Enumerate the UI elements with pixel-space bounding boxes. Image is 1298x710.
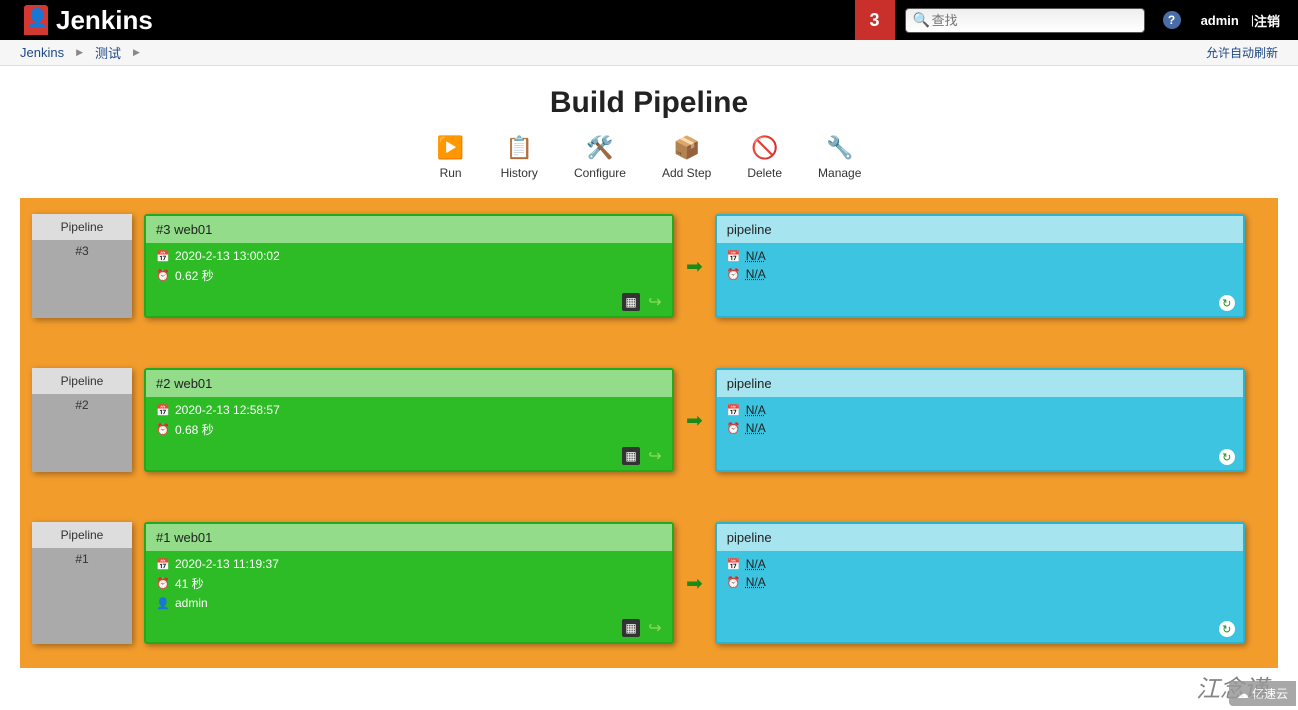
breadcrumb: Jenkins ▶ 测试 ▶ 允许自动刷新: [0, 40, 1298, 66]
pipeline-number: #1: [32, 548, 132, 570]
manage-button[interactable]: 🔧Manage: [818, 134, 861, 180]
page-title: Build Pipeline: [0, 86, 1298, 120]
downstream-duration: ⏰N/A: [727, 575, 1233, 589]
breadcrumb-item[interactable]: 测试: [95, 43, 121, 62]
downstream-duration: ⏰N/A: [727, 421, 1233, 435]
downstream-card[interactable]: pipeline 📅N/A ⏰N/A ↻: [715, 522, 1245, 644]
help-icon[interactable]: ?: [1163, 11, 1181, 29]
pipeline-label: Pipeline #2: [32, 368, 132, 472]
logout-link[interactable]: 注销: [1254, 11, 1280, 30]
build-card[interactable]: #2 web01 📅2020-2-13 12:58:57 ⏰0.68 秒 ▦ ↪: [144, 368, 674, 472]
cloud-logo: ☁ 亿速云: [1229, 681, 1296, 706]
configure-button[interactable]: 🛠️Configure: [574, 134, 626, 180]
add-step-icon: 📦: [673, 134, 701, 162]
downstream-title: pipeline: [717, 524, 1243, 551]
rerun-icon[interactable]: ↪: [646, 619, 664, 637]
search-wrap: 🔍: [905, 8, 1145, 33]
pipeline-row: Pipeline #2 #2 web01 📅2020-2-13 12:58:57…: [32, 368, 1266, 472]
delete-button[interactable]: 🚫Delete: [747, 134, 782, 180]
chevron-right-icon: ▶: [133, 47, 140, 58]
notification-badge[interactable]: 3: [855, 0, 895, 40]
run-button[interactable]: ▶️Run: [437, 134, 465, 180]
pipeline-label-head: Pipeline: [32, 522, 132, 548]
build-date: 📅2020-2-13 13:00:02: [156, 249, 662, 263]
calendar-icon: 📅: [727, 557, 741, 571]
downstream-title: pipeline: [717, 370, 1243, 397]
arrow-right-icon: ➡: [686, 254, 703, 279]
run-icon: ▶️: [437, 134, 465, 162]
calendar-icon: 📅: [156, 249, 170, 263]
pipeline-row: Pipeline #3 #3 web01 📅2020-2-13 13:00:02…: [32, 214, 1266, 318]
configure-icon: 🛠️: [586, 134, 614, 162]
add-step-button[interactable]: 📦Add Step: [662, 134, 711, 180]
search-icon: 🔍: [913, 12, 930, 29]
pipeline-number: #3: [32, 240, 132, 262]
build-duration: ⏰41 秒: [156, 575, 662, 592]
logo-text: Jenkins: [56, 5, 153, 36]
build-date: 📅2020-2-13 11:19:37: [156, 557, 662, 571]
jenkins-icon: [24, 5, 48, 35]
build-title: #1 web01: [146, 524, 672, 551]
refresh-icon[interactable]: ↻: [1219, 295, 1235, 311]
build-date: 📅2020-2-13 12:58:57: [156, 403, 662, 417]
console-icon[interactable]: ▦: [622, 619, 640, 637]
console-icon[interactable]: ▦: [622, 447, 640, 465]
search-input[interactable]: [905, 8, 1145, 33]
user-link[interactable]: admin: [1201, 13, 1239, 28]
arrow-right-icon: ➡: [686, 571, 703, 596]
build-user: 👤admin: [156, 596, 662, 610]
clock-icon: ⏰: [156, 269, 170, 283]
downstream-title: pipeline: [717, 216, 1243, 243]
clock-icon: ⏰: [156, 577, 170, 591]
build-duration: ⏰0.62 秒: [156, 267, 662, 284]
build-duration: ⏰0.68 秒: [156, 421, 662, 438]
jenkins-logo[interactable]: Jenkins: [24, 5, 153, 36]
pipeline-label: Pipeline #3: [32, 214, 132, 318]
chevron-right-icon: ▶: [76, 47, 83, 58]
calendar-icon: 📅: [727, 249, 741, 263]
clock-icon: ⏰: [156, 423, 170, 437]
manage-icon: 🔧: [826, 134, 854, 162]
refresh-icon[interactable]: ↻: [1219, 449, 1235, 465]
build-card[interactable]: #1 web01 📅2020-2-13 11:19:37 ⏰41 秒 👤admi…: [144, 522, 674, 644]
pipeline-area: Pipeline #3 #3 web01 📅2020-2-13 13:00:02…: [20, 198, 1278, 668]
build-title: #2 web01: [146, 370, 672, 397]
downstream-duration: ⏰N/A: [727, 267, 1233, 281]
refresh-icon[interactable]: ↻: [1219, 621, 1235, 637]
pipeline-number: #2: [32, 394, 132, 416]
downstream-date: 📅N/A: [727, 557, 1233, 571]
build-title: #3 web01: [146, 216, 672, 243]
clock-icon: ⏰: [727, 267, 741, 281]
pipeline-label-head: Pipeline: [32, 368, 132, 394]
console-icon[interactable]: ▦: [622, 293, 640, 311]
clock-icon: ⏰: [727, 575, 741, 589]
user-icon: 👤: [156, 596, 170, 610]
downstream-card[interactable]: pipeline 📅N/A ⏰N/A ↻: [715, 214, 1245, 318]
downstream-date: 📅N/A: [727, 403, 1233, 417]
delete-icon: 🚫: [751, 134, 779, 162]
calendar-icon: 📅: [156, 557, 170, 571]
header: Jenkins 3 🔍 ? admin | 注销: [0, 0, 1298, 40]
history-icon: 📋: [505, 134, 533, 162]
calendar-icon: 📅: [156, 403, 170, 417]
build-card[interactable]: #3 web01 📅2020-2-13 13:00:02 ⏰0.62 秒 ▦ ↪: [144, 214, 674, 318]
history-button[interactable]: 📋History: [501, 134, 538, 180]
pipeline-label: Pipeline #1: [32, 522, 132, 644]
pipeline-row: Pipeline #1 #1 web01 📅2020-2-13 11:19:37…: [32, 522, 1266, 644]
downstream-date: 📅N/A: [727, 249, 1233, 263]
rerun-icon[interactable]: ↪: [646, 447, 664, 465]
rerun-icon[interactable]: ↪: [646, 293, 664, 311]
calendar-icon: 📅: [727, 403, 741, 417]
toolbar: ▶️Run 📋History 🛠️Configure 📦Add Step 🚫De…: [0, 134, 1298, 180]
arrow-right-icon: ➡: [686, 408, 703, 433]
clock-icon: ⏰: [727, 421, 741, 435]
downstream-card[interactable]: pipeline 📅N/A ⏰N/A ↻: [715, 368, 1245, 472]
pipeline-label-head: Pipeline: [32, 214, 132, 240]
breadcrumb-item[interactable]: Jenkins: [20, 45, 64, 60]
auto-refresh-link[interactable]: 允许自动刷新: [1206, 44, 1278, 61]
